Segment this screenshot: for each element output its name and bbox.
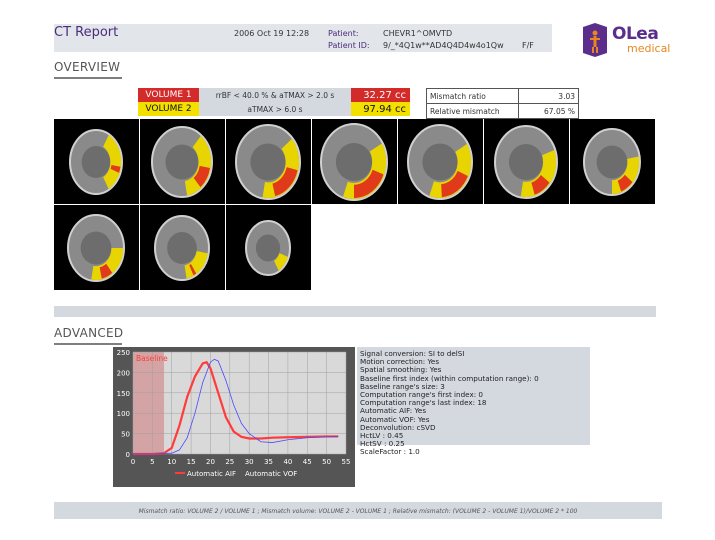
footer-formula-note: Mismatch ratio: VOLUME 2 / VOLUME 1 ; Mi…	[138, 508, 578, 515]
patient-id-label: Patient ID:	[328, 41, 370, 50]
y-tick-label: 150	[117, 390, 130, 398]
mismatch-label: Mismatch ratio	[426, 88, 519, 104]
ct-slice-image	[54, 205, 139, 290]
perfusion-curve-svg: Baseline 0 50 100 150 200 250 0 5 10 15 20 25 30 35 40 4…	[117, 349, 351, 478]
x-tick-label: 15	[187, 458, 196, 466]
x-tick-label: 55	[342, 458, 351, 466]
mismatch-label: Relative mismatch	[426, 103, 519, 119]
ct-slice-image	[226, 119, 311, 204]
patient-label: Patient:	[328, 29, 359, 38]
ct-slice-image	[226, 205, 311, 290]
x-tick-label: 10	[167, 458, 176, 466]
processing-info-panel: Signal conversion: SI to delSI Motion co…	[357, 347, 590, 456]
legend-vof-label: Automatic VOF	[245, 470, 297, 478]
y-tick-label: 0	[126, 451, 130, 459]
mismatch-row: Relative mismatch 67.05 %	[426, 103, 579, 119]
report-title: CT Report	[54, 25, 119, 40]
x-tick-label: 40	[283, 458, 292, 466]
plot-area	[133, 352, 346, 454]
x-tick-label: 45	[303, 458, 312, 466]
ct-slice-image	[398, 119, 483, 204]
x-tick-label: 50	[322, 458, 331, 466]
ct-slice-image	[570, 119, 655, 204]
perfusion-curve-chart: Baseline 0 50 100 150 200 250 0 5 10 15 20 25 30 35 40 4…	[113, 347, 355, 487]
mismatch-table: Mismatch ratio 3.03 Relative mismatch 67…	[426, 88, 579, 119]
volume-condition: rrBF < 40.0 % & aTMAX > 2.0 s	[199, 88, 351, 102]
ct-slice-image	[54, 119, 139, 204]
logo-subtitle: medical	[627, 42, 671, 55]
volume-value: 32.27 cc	[351, 88, 410, 102]
advanced-title: ADVANCED	[54, 326, 124, 340]
mismatch-value: 67.05 %	[518, 103, 579, 119]
overview-underline	[54, 77, 122, 79]
y-tick-label: 100	[117, 410, 130, 418]
baseline-label: Baseline	[136, 354, 168, 363]
volume-name: VOLUME 2	[138, 102, 199, 116]
volume-condition: aTMAX > 6.0 s	[199, 102, 351, 116]
x-tick-label: 25	[225, 458, 234, 466]
logo-wordmark: OLea	[612, 24, 659, 44]
x-tick-label: 30	[245, 458, 254, 466]
study-date: 2006 Oct 19 12:28	[234, 29, 310, 38]
patient-name: CHEVR1^OMVTD	[383, 29, 453, 38]
volume-name: VOLUME 1	[138, 88, 199, 102]
ct-slice-image	[484, 119, 569, 204]
volume-row: VOLUME 1 rrBF < 40.0 % & aTMAX > 2.0 s 3…	[138, 88, 410, 102]
mismatch-value: 3.03	[518, 88, 579, 104]
ct-slice-image	[140, 205, 225, 290]
info-line: ScaleFactor : 1.0	[360, 447, 420, 457]
volume-row: VOLUME 2 aTMAX > 6.0 s 97.94 cc	[138, 102, 410, 116]
patient-id: 9/_*4Q1w**AD4Q4D4w4o1Qw	[383, 41, 504, 50]
legend-aif-label: Automatic AIF	[187, 470, 236, 478]
x-tick-label: 20	[206, 458, 215, 466]
mismatch-row: Mismatch ratio 3.03	[426, 88, 579, 104]
y-tick-label: 50	[121, 431, 130, 439]
ct-slice-image	[140, 119, 225, 204]
section-separator	[54, 306, 656, 317]
y-tick-label: 250	[117, 349, 130, 357]
advanced-underline	[54, 343, 122, 345]
baseline-band	[133, 352, 164, 454]
patient-sex: F/F	[522, 41, 534, 50]
x-tick-label: 35	[264, 458, 273, 466]
x-tick-label: 0	[131, 458, 135, 466]
ct-slice-image	[312, 119, 397, 204]
y-tick-label: 200	[117, 369, 130, 377]
volume-value: 97.94 cc	[351, 102, 410, 116]
volume-table: VOLUME 1 rrBF < 40.0 % & aTMAX > 2.0 s 3…	[138, 88, 410, 116]
overview-title: OVERVIEW	[54, 60, 121, 74]
x-tick-label: 5	[150, 458, 154, 466]
